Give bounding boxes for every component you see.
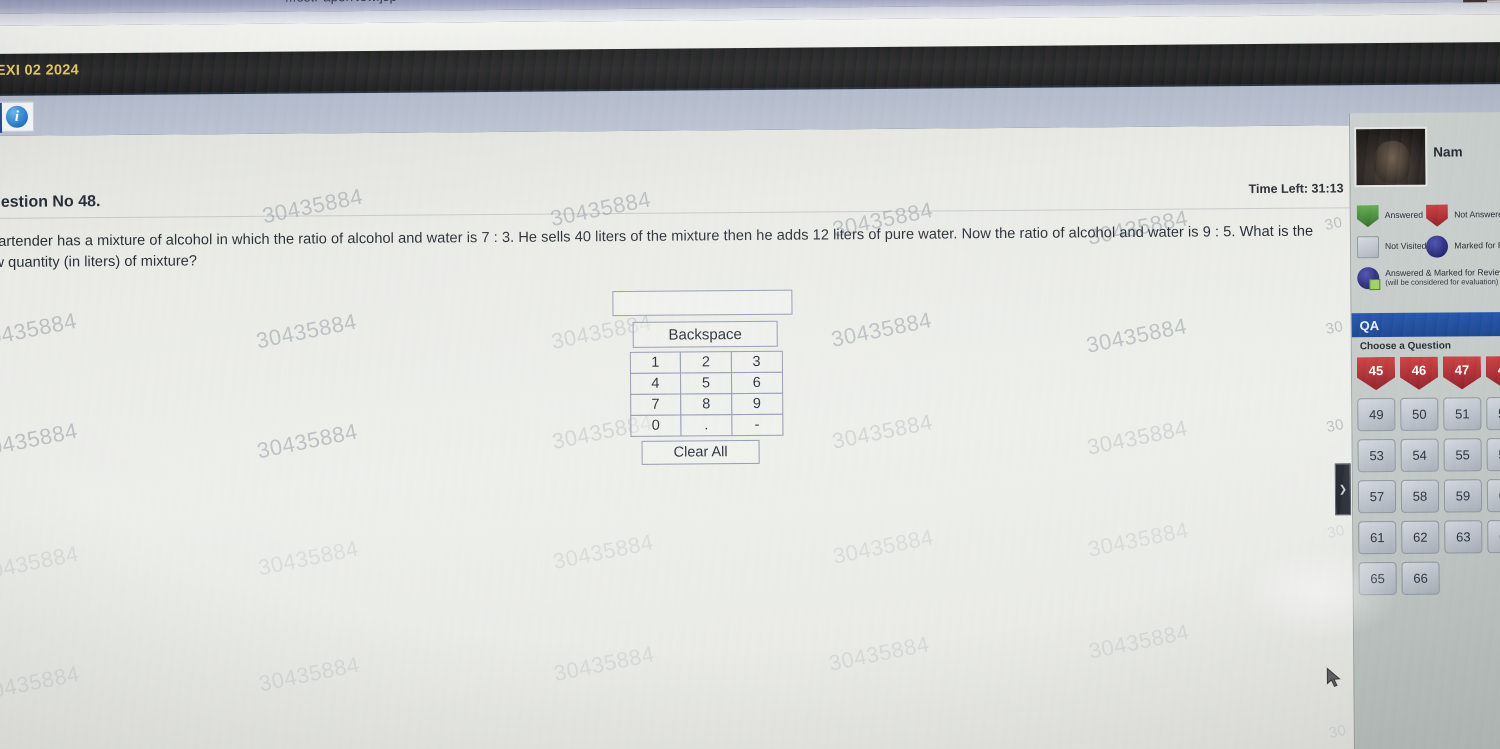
webcam-photo bbox=[1354, 126, 1428, 188]
watermark: 30435884 bbox=[0, 417, 80, 463]
sidebar-collapse-handle[interactable]: ❯ bbox=[1334, 463, 1352, 516]
watermark: 30435884 bbox=[1085, 517, 1191, 562]
question-button-58[interactable]: 58 bbox=[1400, 479, 1440, 513]
not-answered-status-icon bbox=[1426, 205, 1448, 227]
key-minus[interactable]: - bbox=[731, 413, 783, 436]
watermark: 30435884 bbox=[1084, 415, 1190, 460]
backspace-button[interactable]: Backspace bbox=[632, 320, 778, 348]
choose-a-question-label: Choose a Question bbox=[1359, 340, 1451, 353]
question-button-46[interactable]: 46 bbox=[1400, 357, 1438, 390]
key-1[interactable]: 1 bbox=[629, 351, 682, 374]
legend-label: Marked for Review bbox=[1454, 240, 1500, 251]
watermark: 30435884 bbox=[0, 660, 82, 706]
legend-label: Not Answered bbox=[1454, 209, 1500, 220]
legend-item-not-answered: Not Answered bbox=[1426, 204, 1500, 227]
question-button-62[interactable]: 62 bbox=[1401, 520, 1440, 554]
answered-and-marked-status-icon bbox=[1357, 267, 1380, 290]
question-button-64[interactable]: 64 bbox=[1487, 519, 1500, 554]
answer-input[interactable] bbox=[612, 289, 793, 317]
candidate-profile: Nam bbox=[1354, 126, 1463, 188]
watermark: 30435884 bbox=[0, 307, 79, 353]
watermark: 30435884 bbox=[830, 524, 936, 569]
watermark: 30435884 bbox=[829, 307, 934, 352]
key-7[interactable]: 7 bbox=[629, 393, 682, 416]
question-button-54[interactable]: 54 bbox=[1400, 438, 1439, 472]
watermark: 30 bbox=[1327, 721, 1349, 742]
key-2[interactable]: 2 bbox=[679, 350, 732, 374]
section-title-qa: QA bbox=[1351, 312, 1500, 338]
legend-item-answered-marked: Answered & Marked for Review (will be co… bbox=[1357, 266, 1500, 290]
time-left-label: Time Left: 31:13 bbox=[1248, 181, 1344, 197]
key-4[interactable]: 4 bbox=[629, 372, 682, 395]
question-button-47[interactable]: 47 bbox=[1443, 356, 1481, 389]
watermark: 30435884 bbox=[1084, 313, 1189, 358]
watermark: 30435884 bbox=[826, 631, 932, 676]
question-button-45[interactable]: 45 bbox=[1357, 357, 1395, 390]
key-9[interactable]: 9 bbox=[730, 392, 783, 415]
clear-all-button[interactable]: Clear All bbox=[641, 439, 760, 465]
key-5[interactable]: 5 bbox=[680, 371, 732, 395]
watermark: 30435884 bbox=[255, 535, 361, 581]
key-6[interactable]: 6 bbox=[730, 371, 783, 394]
question-number-heading: Question No 48. bbox=[0, 193, 101, 212]
screen-photograph: ...estPaperNew.jsp Career Launcher bbox=[0, 0, 1500, 749]
exam-title: FLEXI 02 2024 bbox=[0, 62, 80, 80]
question-button-55[interactable]: 55 bbox=[1443, 438, 1482, 472]
watermark: 30435884 bbox=[1086, 619, 1192, 664]
watermark: 30 bbox=[1324, 317, 1345, 338]
question-button-48[interactable]: 48 bbox=[1486, 356, 1500, 389]
watermark: 30435884 bbox=[551, 641, 657, 687]
watermark: 30435884 bbox=[0, 540, 81, 586]
status-legend: Answered Not Answered Not Visited Marked… bbox=[1351, 200, 1500, 313]
candidate-name: Nam bbox=[1433, 144, 1463, 160]
answered-status-icon bbox=[1357, 205, 1379, 227]
key-0[interactable]: 0 bbox=[629, 414, 682, 437]
legend-label: Not Visited bbox=[1384, 240, 1427, 252]
key-dot[interactable]: . bbox=[680, 413, 733, 437]
watermark: 30435884 bbox=[548, 186, 653, 232]
info-chip-accent bbox=[0, 102, 3, 133]
question-button-56[interactable]: 56 bbox=[1486, 437, 1500, 472]
question-button-65[interactable]: 65 bbox=[1358, 561, 1397, 596]
digit-grid: 1 2 3 4 5 6 7 8 9 0 . - bbox=[629, 350, 783, 437]
watermark: 30435884 bbox=[550, 529, 656, 575]
question-button-61[interactable]: 61 bbox=[1358, 520, 1397, 555]
question-button-53[interactable]: 53 bbox=[1357, 438, 1396, 473]
key-8[interactable]: 8 bbox=[680, 392, 733, 416]
question-button-51[interactable]: 51 bbox=[1443, 397, 1482, 431]
legend-sublabel: (will be considered for evaluation) bbox=[1385, 277, 1499, 288]
question-button-66[interactable]: 66 bbox=[1401, 561, 1440, 595]
not-visited-status-icon bbox=[1356, 236, 1380, 259]
question-palette-sidebar: Nam Answered Not Answered Not Visited Ma… bbox=[1348, 112, 1500, 749]
question-button-63[interactable]: 63 bbox=[1444, 520, 1483, 554]
marked-for-review-status-icon bbox=[1426, 235, 1449, 258]
watermark: 30435884 bbox=[256, 651, 362, 697]
question-palette: 45 46 47 48 49 50 51 52 53 54 55 56 57 5… bbox=[1357, 356, 1500, 596]
numeric-keypad: Backspace 1 2 3 4 5 6 7 8 9 0 . - Clear … bbox=[612, 289, 799, 465]
watermark: 30435884 bbox=[829, 409, 935, 454]
question-button-49[interactable]: 49 bbox=[1357, 397, 1396, 432]
info-chip[interactable]: i bbox=[0, 101, 35, 133]
watermark: 30 bbox=[1325, 521, 1347, 542]
exam-content-area: 30435884 30435884 30435884 30435884 30 3… bbox=[0, 125, 1372, 749]
question-button-52[interactable]: 52 bbox=[1486, 396, 1500, 431]
browser-url-text: ...estPaperNew.jsp bbox=[285, 0, 397, 5]
legend-item-marked: Marked for Review bbox=[1426, 235, 1500, 258]
question-button-59[interactable]: 59 bbox=[1443, 479, 1483, 513]
info-circle-icon[interactable]: i bbox=[5, 105, 29, 128]
watermark: 30435884 bbox=[254, 418, 360, 464]
legend-item-not-visited: Not Visited bbox=[1356, 236, 1427, 259]
question-button-57[interactable]: 57 bbox=[1357, 479, 1397, 514]
legend-label: Answered bbox=[1384, 209, 1424, 221]
question-button-60[interactable]: 60 bbox=[1486, 478, 1500, 513]
watermark: 30435884 bbox=[260, 183, 365, 229]
question-button-50[interactable]: 50 bbox=[1400, 397, 1439, 431]
question-text: A bartender has a mixture of alcohol in … bbox=[0, 223, 1314, 271]
watermark: 30 bbox=[1324, 415, 1346, 436]
watermark: 30435884 bbox=[254, 308, 359, 354]
key-3[interactable]: 3 bbox=[730, 350, 783, 373]
legend-item-answered: Answered bbox=[1357, 205, 1427, 228]
